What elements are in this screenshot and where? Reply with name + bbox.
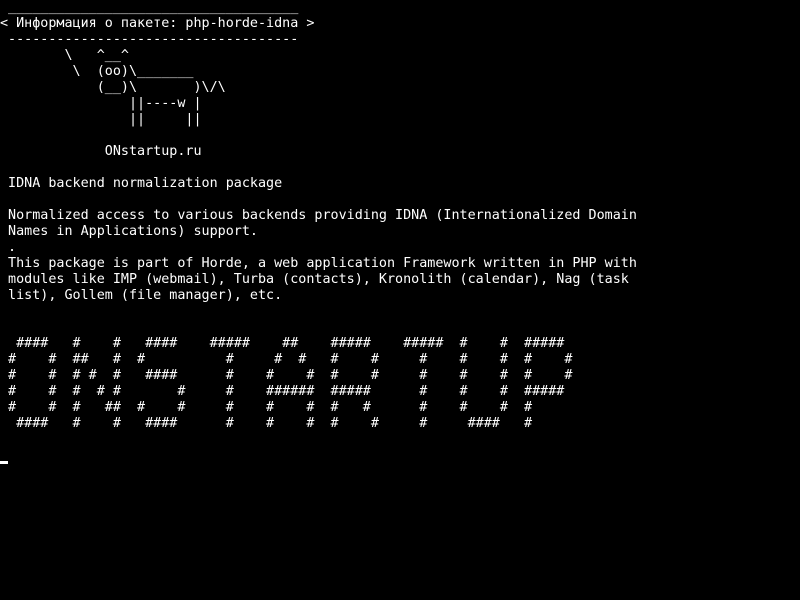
speech-bubble-bottom: ------------------------------------ [0, 32, 299, 47]
package-summary: IDNA backend normalization package [0, 176, 283, 191]
description-line: This package is part of Horde, a web app… [0, 256, 637, 271]
speech-bubble-top: ____________________________________ [0, 0, 299, 15]
terminal-screen[interactable]: ____________________________________ < Ин… [0, 0, 800, 600]
description-line: . [0, 240, 17, 255]
cow-art-line: \ (oo)\_______ [0, 64, 194, 79]
banner-line: # # # # # #### # # # # # # # # # # [0, 368, 573, 383]
site-name: ONstartup.ru [0, 144, 202, 159]
cow-art-line: \ ^__^ [0, 48, 129, 63]
description-line: list), Gollem (file manager), etc. [0, 288, 283, 303]
banner-line: # # # # # # # ###### ##### # # # ##### [0, 384, 565, 399]
cow-art-line: ||----w | [0, 96, 202, 111]
cow-art-line: || || [0, 112, 202, 127]
cow-art-line: (__)\ )\/\ [0, 80, 226, 95]
description-line: Normalized access to various backends pr… [0, 208, 637, 223]
description-line: Names in Applications) support. [0, 224, 258, 239]
banner-line: # # # ## # # # # # # # # # # # [0, 400, 533, 415]
banner-line: #### # # #### # # # # # # #### # [0, 416, 533, 431]
banner-line: # # ## # # # # # # # # # # # # [0, 352, 573, 367]
text-cursor [0, 461, 8, 464]
terminal-output: ____________________________________ < Ин… [0, 0, 637, 432]
speech-bubble-title: < Информация о пакете: php-horde-idna > [0, 16, 315, 31]
banner-line: #### # # #### ##### ## ##### ##### # # #… [0, 336, 565, 351]
description-line: modules like IMP (webmail), Turba (conta… [0, 272, 629, 287]
